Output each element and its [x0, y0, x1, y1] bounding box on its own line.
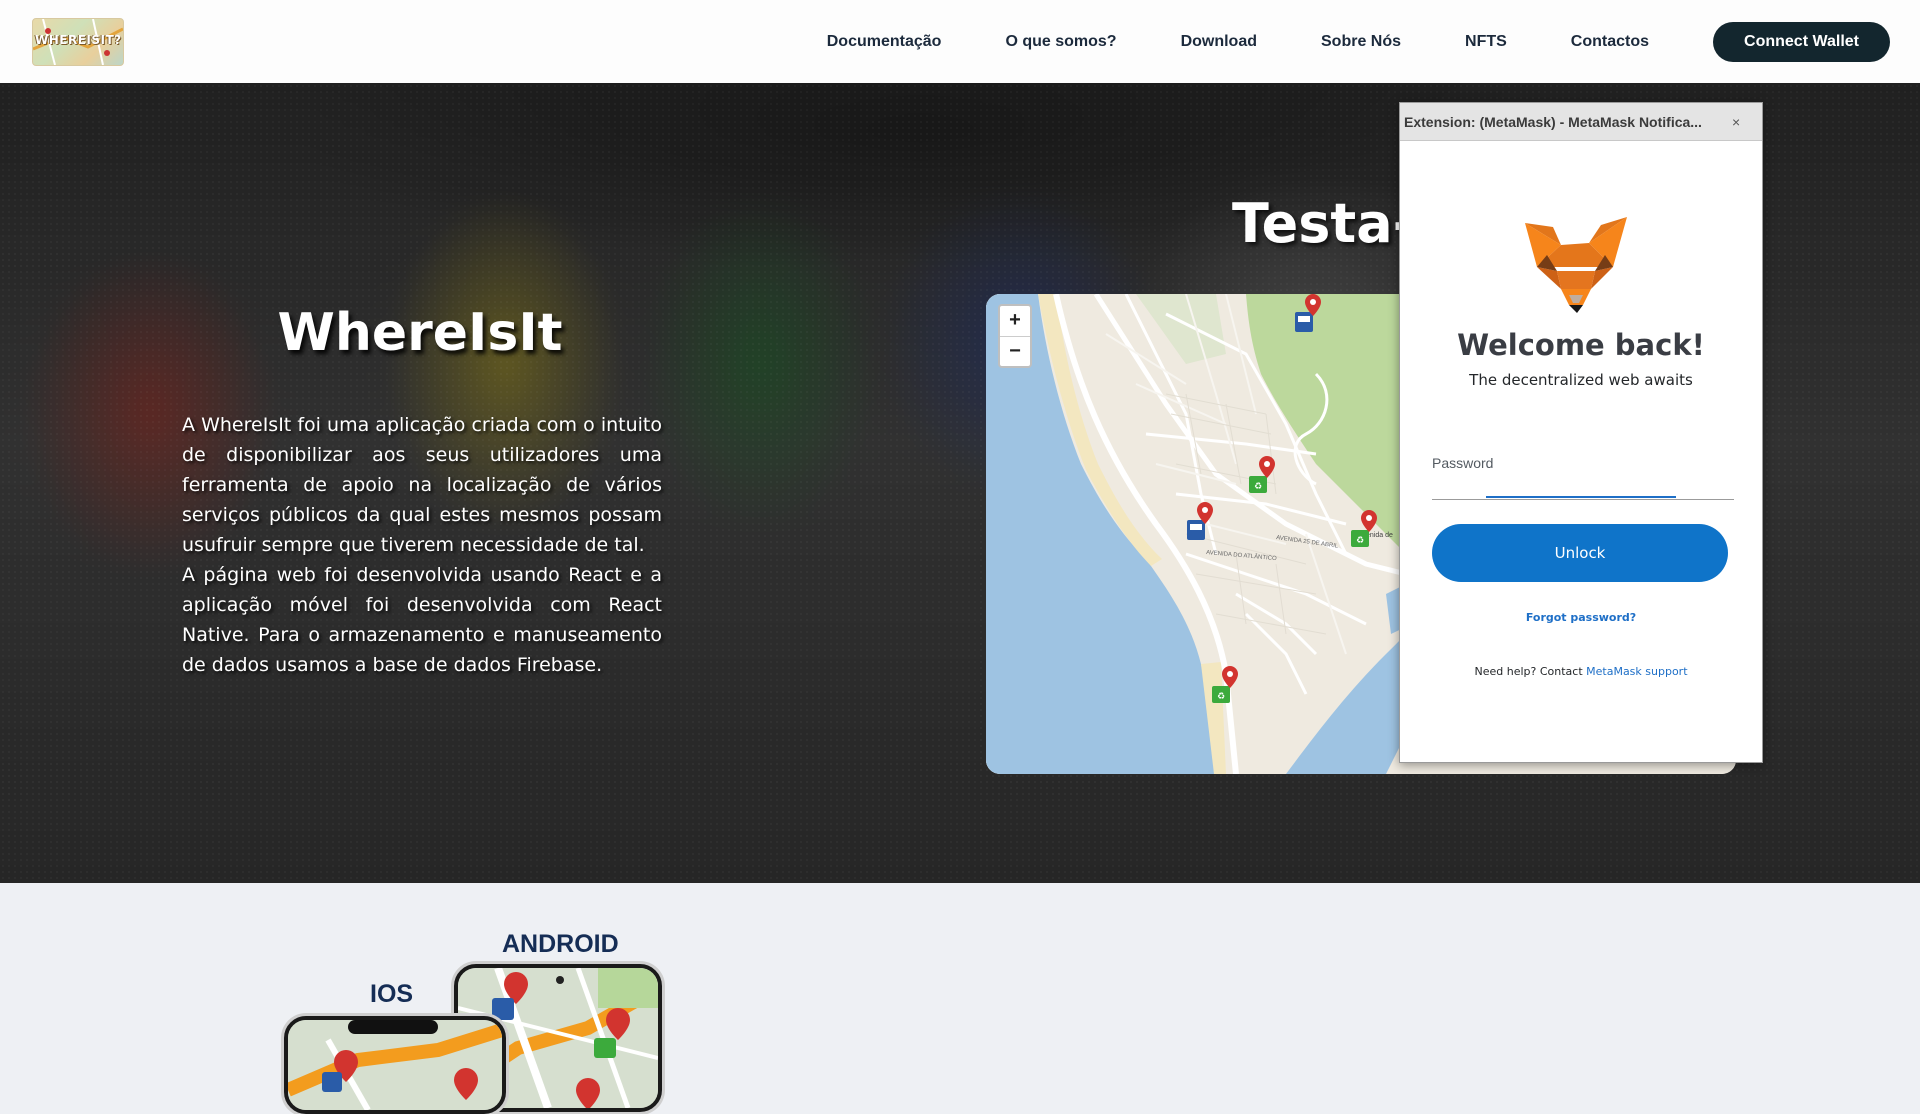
map-marker-trash-blue-icon[interactable]: [1292, 294, 1326, 336]
ios-phone-mockup[interactable]: [284, 1016, 506, 1114]
unlock-button[interactable]: Unlock: [1432, 524, 1728, 582]
zoom-control: + −: [998, 304, 1032, 368]
map-marker-trash-blue-icon[interactable]: [1184, 500, 1218, 544]
site-header: WHEREISIT? Documentação O que somos? Dow…: [0, 0, 1920, 83]
hero-paragraph-1: A WhereIsIt foi uma aplicação criada com…: [182, 414, 662, 556]
connect-wallet-button[interactable]: Connect Wallet: [1713, 21, 1890, 62]
hero-title: WhereIsIt: [277, 303, 563, 363]
nav-documentacao[interactable]: Documentação: [827, 33, 942, 51]
zoom-out-button[interactable]: −: [1000, 337, 1030, 367]
ios-label: IOS: [370, 980, 414, 1008]
main-nav: Documentação O que somos? Download Sobre…: [827, 0, 1890, 83]
android-label: ANDROID: [502, 930, 619, 958]
nav-o-que-somos[interactable]: O que somos?: [1005, 33, 1116, 51]
nav-sobre-nos[interactable]: Sobre Nós: [1321, 33, 1401, 51]
welcome-subtitle: The decentralized web awaits: [1469, 371, 1693, 389]
password-label: Password: [1432, 455, 1494, 471]
nav-nfts[interactable]: NFTS: [1465, 33, 1507, 51]
metamask-popup-window: Extension: (MetaMask) - MetaMask Notific…: [1399, 102, 1763, 763]
hero-paragraph-2: A página web foi desenvolvida usando Rea…: [182, 564, 662, 676]
svg-text:♻: ♻: [1217, 692, 1225, 702]
svg-text:♻: ♻: [1356, 536, 1364, 546]
map-marker-recycle-green-icon[interactable]: ♻: [1246, 454, 1280, 498]
forgot-password-link[interactable]: Forgot password?: [1400, 611, 1762, 624]
welcome-heading: Welcome back!: [1457, 328, 1705, 362]
password-focus-underline: [1486, 496, 1676, 498]
popup-title: Extension: (MetaMask) - MetaMask Notific…: [1404, 113, 1702, 130]
ios-app-map-screenshot: [288, 1020, 502, 1110]
map-marker-recycle-green-icon[interactable]: ♻: [1209, 664, 1243, 708]
nav-contactos[interactable]: Contactos: [1571, 33, 1649, 51]
nav-download[interactable]: Download: [1181, 33, 1257, 51]
map-heading: Testa-: [1232, 192, 1416, 255]
logo-text: WHEREISIT?: [35, 33, 122, 47]
zoom-in-button[interactable]: +: [1000, 306, 1030, 337]
svg-text:♻: ♻: [1254, 482, 1262, 492]
map-marker-recycle-green-icon[interactable]: ♻: [1348, 508, 1382, 552]
metamask-fox-icon: [1525, 217, 1627, 313]
metamask-support-link[interactable]: MetaMask support: [1586, 665, 1687, 678]
close-icon[interactable]: ×: [1732, 114, 1740, 130]
hero-description: A WhereIsIt foi uma aplicação criada com…: [182, 410, 662, 680]
site-logo[interactable]: WHEREISIT?: [32, 18, 124, 66]
popup-title-bar[interactable]: Extension: (MetaMask) - MetaMask Notific…: [1400, 103, 1762, 141]
help-text: Need help? Contact MetaMask support: [1400, 665, 1762, 678]
help-prefix: Need help? Contact: [1474, 665, 1587, 678]
